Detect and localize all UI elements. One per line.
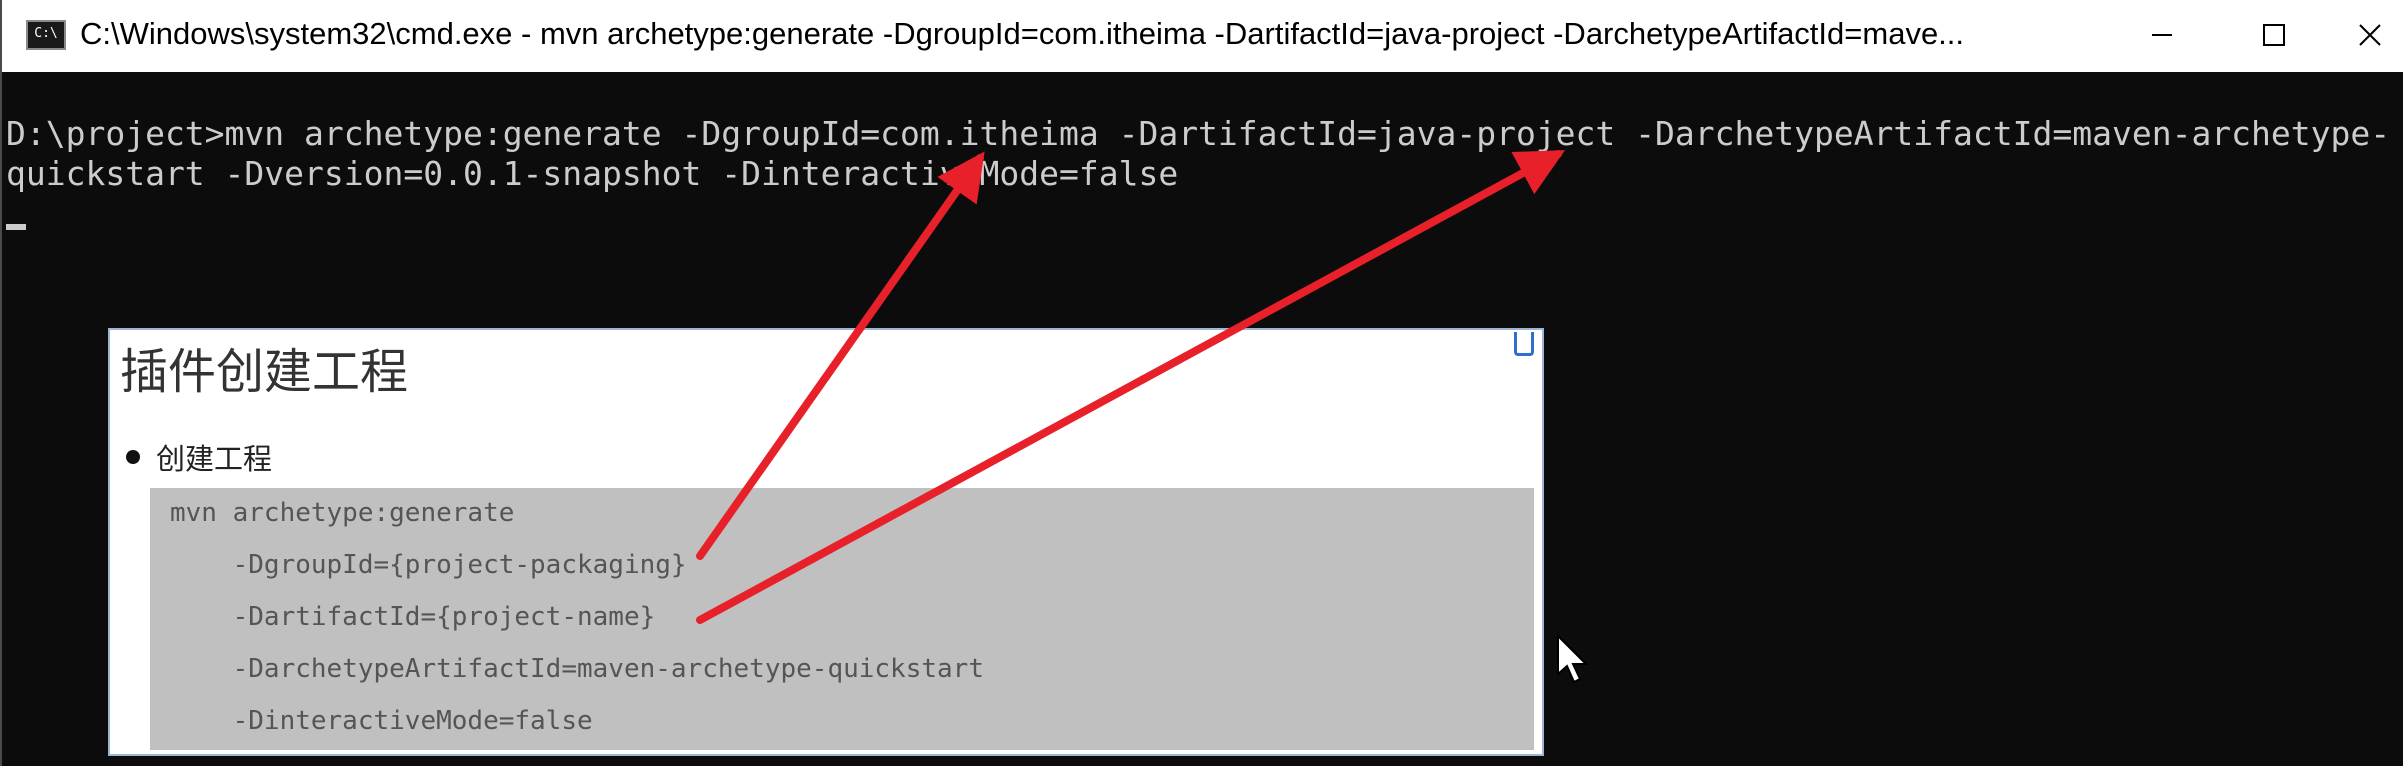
code-line: -DgroupId={project-packaging} [170, 550, 687, 580]
text-cursor [6, 224, 26, 230]
cmd-app-icon: C:\ [26, 20, 66, 50]
code-line: -DartifactId={project-name} [170, 602, 656, 632]
title-bar[interactable]: C:\ C:\Windows\system32\cmd.exe - mvn ar… [2, 0, 2403, 72]
console-line: D:\project>mvn archetype:generate -Dgrou… [6, 114, 2391, 153]
code-line: mvn archetype:generate [170, 498, 515, 528]
close-icon [2359, 24, 2381, 46]
code-line: -DarchetypeArtifactId=maven-archetype-qu… [170, 654, 984, 684]
console-output[interactable]: D:\project>mvn archetype:generate -Dgrou… [6, 114, 2390, 194]
minimize-icon [2152, 34, 2172, 36]
code-line: -DinteractiveMode=false [170, 706, 593, 736]
maximize-icon [2263, 24, 2285, 46]
bullet-text: 创建工程 [156, 444, 273, 476]
close-button[interactable] [2330, 0, 2403, 72]
slide-screenshot: 插件创建工程 创建工程 mvn archetype:generate -Dgro… [108, 328, 1544, 756]
bullet-icon [126, 450, 140, 464]
code-block: mvn archetype:generate -DgroupId={projec… [150, 488, 1534, 750]
maximize-button[interactable] [2218, 0, 2330, 72]
mouse-pointer-icon [1557, 634, 1589, 684]
window-title: C:\Windows\system32\cmd.exe - mvn archet… [80, 16, 1965, 51]
console-line: quickstart -Dversion=0.0.1-snapshot -Din… [6, 154, 1179, 193]
cmd-window: C:\ C:\Windows\system32\cmd.exe - mvn ar… [0, 0, 2403, 766]
minimize-button[interactable] [2106, 0, 2218, 72]
slide-title: 插件创建工程 [120, 346, 409, 399]
document-icon [1514, 332, 1534, 356]
